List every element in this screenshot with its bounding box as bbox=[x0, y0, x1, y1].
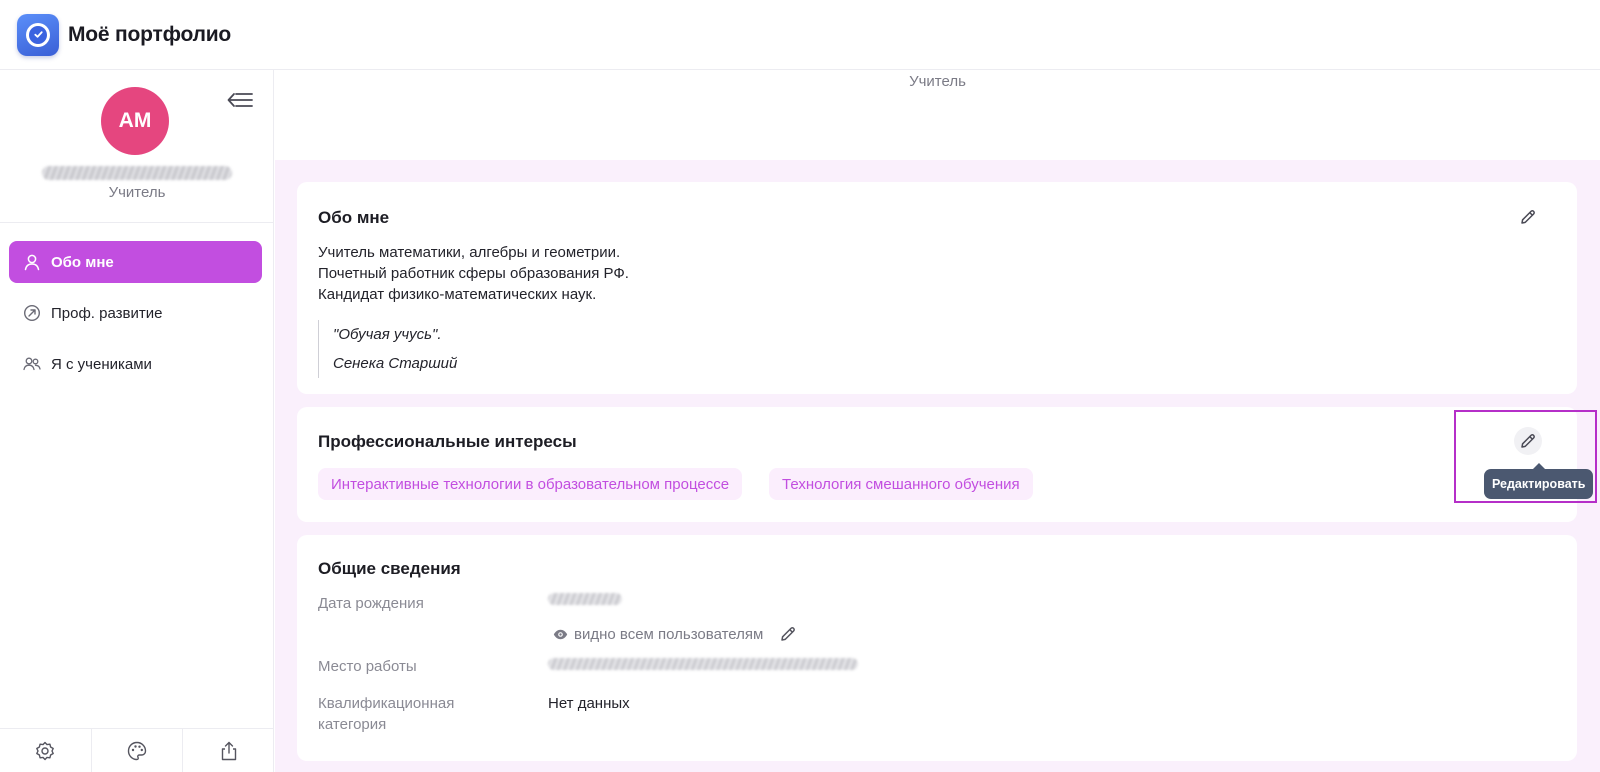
user-name-blurred bbox=[42, 166, 232, 180]
pencil-icon bbox=[1521, 434, 1535, 448]
divider bbox=[0, 222, 274, 223]
interests-title: Профессиональные интересы bbox=[318, 432, 577, 451]
settings-icon[interactable] bbox=[0, 729, 92, 772]
sidebar-item-label: Я с учениками bbox=[51, 355, 152, 373]
quote-text: "Обучая учусь". bbox=[333, 326, 442, 343]
general-title: Общие сведения bbox=[318, 559, 461, 578]
pencil-icon bbox=[1521, 210, 1535, 224]
growth-arrow-icon bbox=[22, 303, 42, 323]
sidebar: АМ Учитель Обо мне Проф. развитие Я с уч… bbox=[0, 70, 274, 772]
header-role: Учитель bbox=[909, 73, 966, 90]
sidebar-footer bbox=[0, 728, 274, 772]
edit-interests-button[interactable] bbox=[1514, 427, 1542, 455]
collapse-sidebar-icon[interactable] bbox=[224, 88, 256, 112]
user-role: Учитель bbox=[108, 184, 166, 201]
profile-header: Учитель bbox=[275, 70, 1600, 160]
main-content: Учитель Обо мне Учитель математики, алге… bbox=[275, 70, 1600, 772]
about-quote: "Обучая учусь". Сенека Старший bbox=[318, 320, 457, 378]
sidebar-item-with-students[interactable]: Я с учениками bbox=[9, 343, 262, 385]
top-bar: Моё портфолио bbox=[0, 0, 1600, 70]
sidebar-nav: Обо мне Проф. развитие Я с учениками bbox=[9, 241, 262, 394]
edit-tooltip: Редактировать bbox=[1484, 463, 1594, 499]
quote-author: Сенека Старший bbox=[333, 355, 458, 372]
about-line: Кандидат физико-математических наук. bbox=[318, 286, 597, 303]
birth-date-blurred bbox=[548, 593, 622, 605]
share-icon[interactable] bbox=[183, 729, 274, 772]
category-value: Нет данных bbox=[548, 695, 630, 712]
about-title: Обо мне bbox=[318, 208, 390, 227]
interest-tag[interactable]: Интерактивные технологии в образовательн… bbox=[318, 468, 743, 500]
sidebar-item-label: Обо мне bbox=[51, 253, 114, 271]
about-line: Почетный работник сферы образования РФ. bbox=[318, 265, 629, 282]
workplace-label: Место работы bbox=[318, 658, 417, 675]
users-icon bbox=[22, 354, 42, 374]
about-card: Обо мне Учитель математики, алгебры и ге… bbox=[297, 182, 1577, 394]
avatar[interactable]: АМ bbox=[101, 87, 169, 155]
sidebar-item-about[interactable]: Обо мне bbox=[9, 241, 262, 283]
visibility-status: видно всем пользователям bbox=[553, 625, 797, 643]
app-logo-icon[interactable] bbox=[17, 13, 59, 56]
workplace-blurred bbox=[548, 658, 858, 670]
visibility-text: видно всем пользователям bbox=[574, 625, 764, 643]
sidebar-item-label: Проф. развитие bbox=[51, 304, 163, 322]
sidebar-item-prof-development[interactable]: Проф. развитие bbox=[9, 292, 262, 334]
birth-date-label: Дата рождения bbox=[318, 595, 424, 612]
edit-visibility-pencil-icon[interactable] bbox=[779, 625, 797, 643]
palette-icon[interactable] bbox=[92, 729, 184, 772]
app-title: Моё портфолио bbox=[68, 22, 232, 46]
interest-tag[interactable]: Технология смешанного обучения bbox=[769, 468, 1033, 500]
user-icon bbox=[22, 252, 42, 272]
about-line: Учитель математики, алгебры и геометрии. bbox=[318, 244, 621, 261]
category-label: Квалификационная категория bbox=[318, 695, 455, 733]
general-info-card: Общие сведения Дата рождения видно всем … bbox=[297, 535, 1577, 761]
about-text: Учитель математики, алгебры и геометрии.… bbox=[318, 242, 629, 305]
eye-icon bbox=[553, 629, 568, 640]
edit-about-button[interactable] bbox=[1514, 203, 1542, 231]
interests-card: Профессиональные интересы Интерактивные … bbox=[297, 407, 1577, 522]
